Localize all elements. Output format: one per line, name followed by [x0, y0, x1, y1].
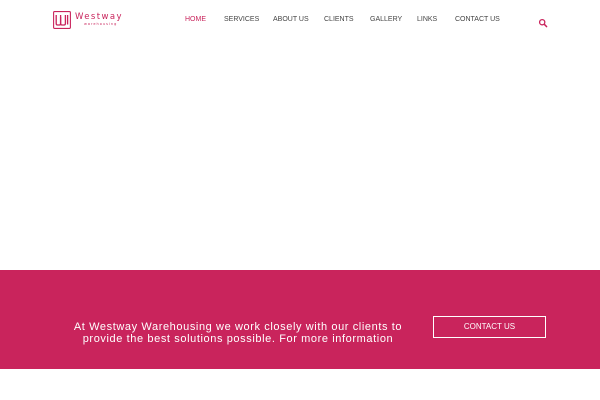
- nav-item-home[interactable]: HOME: [185, 15, 206, 25]
- cta-text: At Westway Warehousing we work closely w…: [73, 321, 403, 345]
- main-nav: HOME SERVICES ABOUT US CLIENTS GALLERY L…: [0, 15, 600, 25]
- search-icon: [538, 18, 548, 28]
- nav-item-about-us[interactable]: ABOUT US: [273, 15, 309, 25]
- site-header: Westway warehousing HOME SERVICES ABOUT …: [0, 0, 600, 40]
- nav-item-gallery[interactable]: GALLERY: [370, 15, 402, 25]
- nav-item-contact-us[interactable]: CONTACT US: [455, 15, 500, 25]
- nav-item-services[interactable]: SERVICES: [224, 15, 259, 25]
- nav-item-clients[interactable]: CLIENTS: [324, 15, 354, 25]
- search-button[interactable]: [538, 15, 548, 28]
- contact-cta-band: At Westway Warehousing we work closely w…: [0, 270, 600, 369]
- page: Westway warehousing HOME SERVICES ABOUT …: [0, 0, 600, 400]
- contact-us-button[interactable]: CONTACT US: [433, 316, 546, 338]
- nav-item-links[interactable]: LINKS: [417, 15, 437, 25]
- hero-area: [0, 40, 600, 270]
